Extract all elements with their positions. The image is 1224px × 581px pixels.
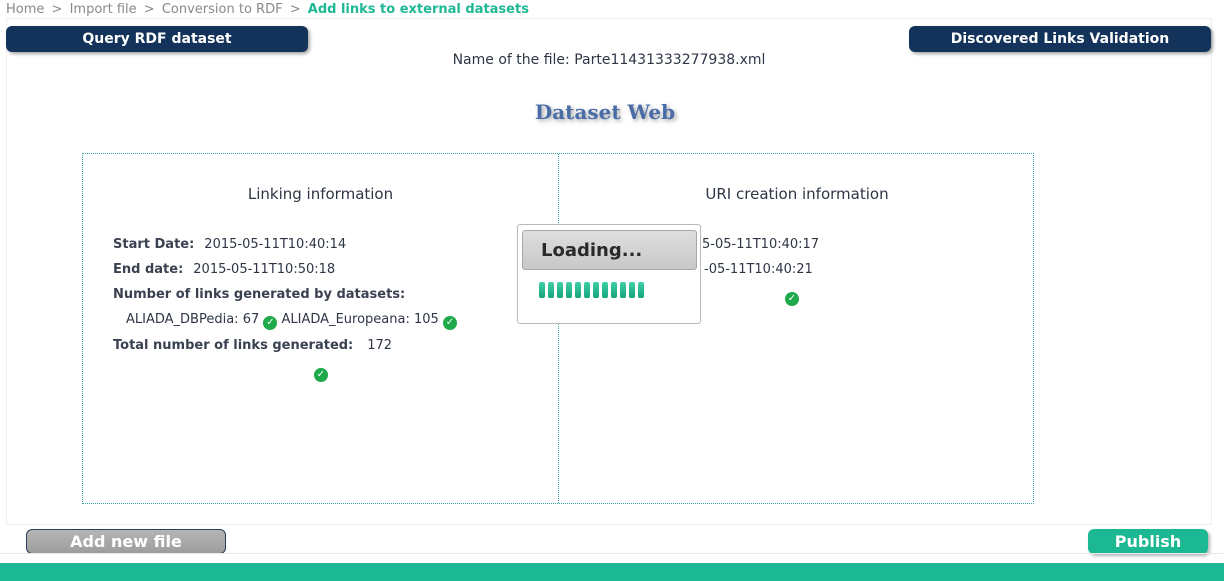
uri-end-date-value: -05-11T10:40:21 (704, 262, 813, 277)
footer-bar (0, 563, 1224, 581)
file-name-value: Parte11431333277938.xml (574, 52, 766, 68)
loading-segment (557, 282, 563, 298)
file-name-line: Name of the file: Parte11431333277938.xm… (0, 52, 1218, 68)
loading-segment (611, 282, 617, 298)
loading-segment (548, 282, 554, 298)
query-rdf-dataset-button[interactable]: Query RDF dataset (6, 26, 308, 52)
linking-status: ✓ (314, 364, 328, 382)
linking-information-title: Linking information (247, 185, 394, 203)
uri-creation-information-title: URI creation information (705, 185, 889, 203)
dataset-title: Dataset Web (534, 100, 676, 124)
loading-progress-indicator (539, 282, 644, 298)
loading-dialog: Loading... (517, 224, 701, 324)
loading-label: Loading... (522, 230, 697, 270)
end-date-row: End date: 2015-05-11T10:50:18 (113, 262, 335, 277)
bottom-divider (0, 553, 1224, 554)
links-by-dataset-label: Number of links generated by datasets: (113, 287, 406, 302)
breadcrumb-separator: > (289, 2, 301, 17)
loading-segment (575, 282, 581, 298)
total-links-value: 172 (367, 338, 393, 353)
check-circle-icon: ✓ (314, 368, 328, 382)
end-date-label: End date: (113, 262, 184, 277)
uri-status: ✓ (785, 288, 799, 306)
total-links-row: Total number of links generated: 172 (113, 338, 392, 353)
check-circle-icon: ✓ (263, 316, 278, 330)
start-date-row: Start Date: 2015-05-11T10:40:14 (113, 237, 346, 252)
info-box: Linking information URI creation informa… (82, 153, 1034, 504)
dataset-name: ALIADA_DBPedia: (126, 312, 239, 327)
add-new-file-button[interactable]: Add new file (26, 529, 226, 554)
column-divider (558, 154, 559, 503)
loading-segment (629, 282, 635, 298)
dataset-links-list: ALIADA_DBPedia: 67 ✓ ALIADA_Europeana: 1… (126, 312, 457, 330)
check-circle-icon: ✓ (442, 316, 457, 330)
uri-start-date-value: 5-05-11T10:40:17 (702, 237, 820, 252)
loading-segment (593, 282, 599, 298)
end-date-value: 2015-05-11T10:50:18 (193, 262, 336, 277)
dataset-count: 105 (413, 312, 439, 327)
total-links-label: Total number of links generated: (113, 338, 354, 353)
breadcrumb-home[interactable]: Home (6, 2, 44, 17)
breadcrumb-separator: > (143, 2, 155, 17)
breadcrumb-separator: > (51, 2, 63, 17)
breadcrumb: Home > Import file > Conversion to RDF >… (6, 2, 529, 17)
loading-segment (602, 282, 608, 298)
publish-button[interactable]: Publish (1088, 529, 1208, 554)
breadcrumb-import-file[interactable]: Import file (70, 2, 137, 17)
loading-segment (584, 282, 590, 298)
start-date-value: 2015-05-11T10:40:14 (204, 237, 347, 252)
check-circle-icon: ✓ (785, 292, 799, 306)
start-date-label: Start Date: (113, 237, 195, 252)
dataset-count: 67 (242, 312, 260, 327)
loading-segment (638, 282, 644, 298)
file-name-label: Name of the file: (452, 52, 570, 68)
discovered-links-validation-button[interactable]: Discovered Links Validation (909, 26, 1211, 52)
breadcrumb-conversion-to-rdf[interactable]: Conversion to RDF (162, 2, 283, 17)
loading-segment (566, 282, 572, 298)
breadcrumb-current: Add links to external datasets (307, 2, 529, 17)
links-by-dataset-row: Number of links generated by datasets: (113, 287, 405, 302)
loading-segment (620, 282, 626, 298)
dataset-name: ALIADA_Europeana: (281, 312, 410, 327)
loading-segment (539, 282, 545, 298)
